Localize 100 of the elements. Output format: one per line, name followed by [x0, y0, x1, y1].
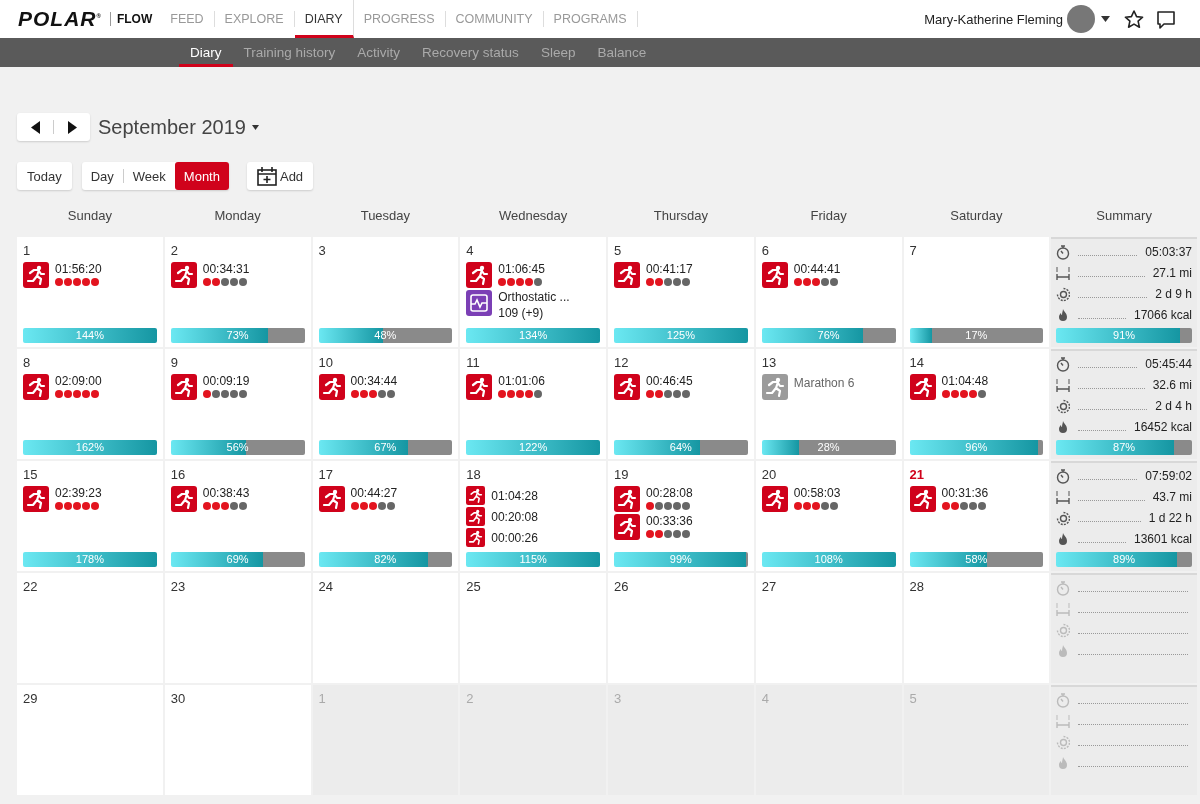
recovery-icon	[1056, 510, 1071, 526]
day-number: 20	[761, 467, 778, 482]
running-icon[interactable]	[466, 262, 493, 288]
running-icon[interactable]	[318, 486, 345, 512]
summary-value: 05:45:44	[1145, 357, 1192, 371]
workout-duration[interactable]: 00:34:44	[350, 374, 398, 388]
running-icon[interactable]	[170, 374, 197, 400]
day-cell[interactable]: 8 02:09:00 162%	[17, 349, 163, 459]
day-cell[interactable]: 30	[164, 685, 311, 795]
add-button[interactable]: Add	[246, 162, 314, 190]
day-cell[interactable]: 9 00:09:19 56%	[164, 349, 311, 459]
heart-rate-icon[interactable]	[466, 290, 493, 316]
recovery-icon	[1056, 734, 1071, 750]
day-cell[interactable]: 28	[903, 573, 1050, 683]
view-tab[interactable]: Month	[174, 162, 229, 190]
day-cell[interactable]: 25	[460, 573, 606, 683]
running-icon[interactable]	[170, 262, 197, 288]
workout-duration[interactable]: 00:28:08	[646, 486, 693, 500]
workout-duration[interactable]: 00:33:36	[646, 514, 693, 528]
workout-duration[interactable]: 00:58:03	[793, 486, 841, 500]
workout-duration[interactable]: 00:20:08	[491, 509, 538, 524]
running-icon[interactable]	[614, 262, 640, 288]
caret-icon[interactable]	[1101, 16, 1110, 22]
running-icon[interactable]	[761, 374, 788, 400]
workout-duration[interactable]: 00:00:26	[491, 530, 538, 545]
day-cell[interactable]: 19 00:28:08 00:33:36 99%	[608, 461, 754, 571]
running-icon[interactable]	[466, 486, 486, 505]
avatar[interactable]	[1067, 5, 1095, 33]
day-cell[interactable]: 24	[312, 573, 459, 683]
workout-duration[interactable]: 00:38:43	[202, 486, 250, 500]
calendar-add-icon	[256, 166, 277, 186]
day-cell[interactable]: 6 00:44:41 76%	[755, 237, 902, 347]
day-cell[interactable]: 11 01:01:06 122%	[460, 349, 606, 459]
day-cell[interactable]: 27	[755, 573, 902, 683]
stopwatch-icon	[1056, 356, 1071, 372]
summary-value: 05:03:37	[1145, 245, 1192, 259]
day-cell[interactable]: 10 00:34:44 67%	[312, 349, 459, 459]
star-icon[interactable]	[1124, 9, 1144, 29]
workout-duration[interactable]: 02:09:00	[55, 374, 102, 388]
day-cell[interactable]: 15 02:39:23 178%	[17, 461, 163, 571]
view-tab[interactable]: Day	[81, 162, 123, 190]
running-icon[interactable]	[614, 486, 640, 512]
test-name[interactable]: Orthostatic ...	[498, 290, 570, 304]
today-button[interactable]: Today	[17, 162, 72, 190]
day-cell[interactable]: 12 00:46:45 64%	[608, 349, 754, 459]
day-cell[interactable]: 16 00:38:43 69%	[164, 461, 311, 571]
running-icon[interactable]	[466, 528, 486, 547]
day-cell[interactable]: 23	[164, 573, 311, 683]
workout-duration[interactable]: 00:46:45	[646, 374, 693, 388]
workout-duration[interactable]: 00:09:19	[202, 374, 250, 388]
day-cell[interactable]: 26	[608, 573, 754, 683]
running-icon[interactable]	[909, 374, 936, 400]
day-cell[interactable]: 29	[17, 685, 163, 795]
workout-duration[interactable]: 02:39:23	[55, 486, 102, 500]
running-icon[interactable]	[23, 262, 49, 288]
running-icon[interactable]	[909, 486, 936, 512]
day-cell[interactable]: 22	[17, 573, 163, 683]
workout-duration[interactable]: 01:06:45	[498, 262, 545, 276]
day-cell[interactable]: 17 00:44:27 82%	[312, 461, 459, 571]
running-icon[interactable]	[761, 262, 788, 288]
day-cell[interactable]: 21 00:31:36 58%	[903, 461, 1050, 571]
running-icon[interactable]	[23, 374, 49, 400]
workout-duration[interactable]: 01:04:28	[491, 488, 538, 503]
day-cell[interactable]: 13 Marathon 6 28%	[755, 349, 902, 459]
running-icon[interactable]	[23, 486, 49, 512]
workout-duration[interactable]: 00:44:27	[350, 486, 398, 500]
day-cell[interactable]: 14 01:04:48 96%	[903, 349, 1050, 459]
running-icon[interactable]	[466, 507, 486, 526]
day-cell[interactable]: 20 00:58:03 108%	[755, 461, 902, 571]
subnav-tab[interactable]: Diary	[179, 38, 233, 67]
day-number: 5	[909, 691, 918, 706]
running-icon[interactable]	[318, 374, 345, 400]
view-tab[interactable]: Week	[123, 162, 175, 190]
user-name[interactable]: Mary-Katherine Fleming	[924, 11, 1063, 27]
month-title[interactable]: September 2019	[98, 115, 246, 139]
day-cell[interactable]: 7 17%	[903, 237, 1050, 347]
workout-duration[interactable]: 00:31:36	[941, 486, 989, 500]
caret-icon[interactable]	[251, 124, 259, 130]
workout-duration[interactable]: 00:34:31	[202, 262, 250, 276]
running-icon[interactable]	[761, 486, 788, 512]
progress-label: 67%	[374, 440, 397, 455]
polar-logo[interactable]: POLAR$^{®}$	[18, 7, 102, 31]
running-icon[interactable]	[466, 374, 493, 400]
running-icon[interactable]	[614, 514, 640, 540]
workout-duration[interactable]: 00:44:41	[793, 262, 841, 276]
running-icon[interactable]	[170, 486, 197, 512]
day-cell[interactable]: 18 01:04:28 00:20:08 00:00:26 115%	[460, 461, 606, 571]
workout-duration[interactable]: Marathon 6	[793, 376, 855, 390]
workout-duration[interactable]: 01:01:06	[498, 374, 545, 388]
summary-value: 43.7 mi	[1152, 490, 1192, 504]
day-cell[interactable]: 1 01:56:20 144%	[17, 237, 163, 347]
day-cell[interactable]: 2 00:34:31 73%	[164, 237, 311, 347]
running-icon[interactable]	[614, 374, 640, 400]
day-cell[interactable]: 5 00:41:17 125%	[608, 237, 754, 347]
workout-duration[interactable]: 01:04:48	[941, 374, 989, 388]
progress-label: 89%	[1113, 552, 1136, 567]
workout-duration[interactable]: 01:56:20	[55, 262, 102, 276]
message-icon[interactable]	[1156, 9, 1176, 29]
day-cell[interactable]: 4 01:06:45 Orthostatic ... 109 (+9) 134%	[460, 237, 606, 347]
workout-duration[interactable]: 00:41:17	[646, 262, 693, 276]
